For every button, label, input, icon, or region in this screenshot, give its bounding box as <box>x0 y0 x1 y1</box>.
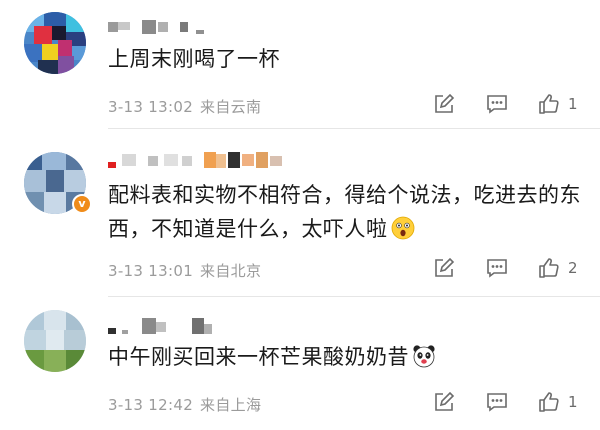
edit-icon[interactable] <box>432 256 456 280</box>
username-pixelated[interactable] <box>108 318 218 336</box>
comment-icon[interactable] <box>485 256 509 280</box>
scared-face-emoji <box>391 216 415 240</box>
avatar[interactable] <box>24 310 86 372</box>
comment-text-content: 中午刚买回来一杯芒果酸奶奶昔 <box>108 345 409 369</box>
username-pixelated[interactable] <box>108 18 218 36</box>
comment-icon[interactable] <box>485 390 509 414</box>
verified-badge: v <box>72 194 92 214</box>
comment-actions: 1 <box>0 390 600 416</box>
like-icon[interactable] <box>537 92 561 116</box>
avatar[interactable] <box>24 12 86 74</box>
comment-text: 上周末刚喝了一杯 <box>108 47 280 71</box>
divider <box>108 128 600 129</box>
comment-actions: 2 <box>0 256 600 282</box>
comment-text-content: 配料表和实物不相符合，得给个说法，吃进去的东西，不知道是什么，太吓人啦 <box>108 183 581 241</box>
comment-icon[interactable] <box>485 92 509 116</box>
comment-item: v 配料表和实物不相符合，得给个说法，吃进去的东西，不知道是什么，太吓人啦 3-… <box>0 130 600 300</box>
comment-text: 中午刚买回来一杯芒果酸奶奶昔 <box>108 340 586 374</box>
comment-item: 中午刚买回来一杯芒果酸奶奶昔 3-13 12:42 来自上海 1 <box>0 300 600 430</box>
comment-item: 上周末刚喝了一杯 3-13 13:02 来自云南 1 <box>0 0 600 130</box>
username-pixelated[interactable] <box>108 152 288 170</box>
edit-icon[interactable] <box>432 390 456 414</box>
like-icon[interactable] <box>537 256 561 280</box>
like-icon[interactable] <box>537 390 561 414</box>
panda-face-emoji <box>412 344 436 368</box>
edit-icon[interactable] <box>432 92 456 116</box>
like-count: 2 <box>568 259 578 277</box>
comment-text: 配料表和实物不相符合，得给个说法，吃进去的东西，不知道是什么，太吓人啦 <box>108 178 586 246</box>
divider <box>108 296 600 297</box>
comment-actions: 1 <box>0 92 600 118</box>
like-count: 1 <box>568 393 578 411</box>
like-count: 1 <box>568 95 578 113</box>
